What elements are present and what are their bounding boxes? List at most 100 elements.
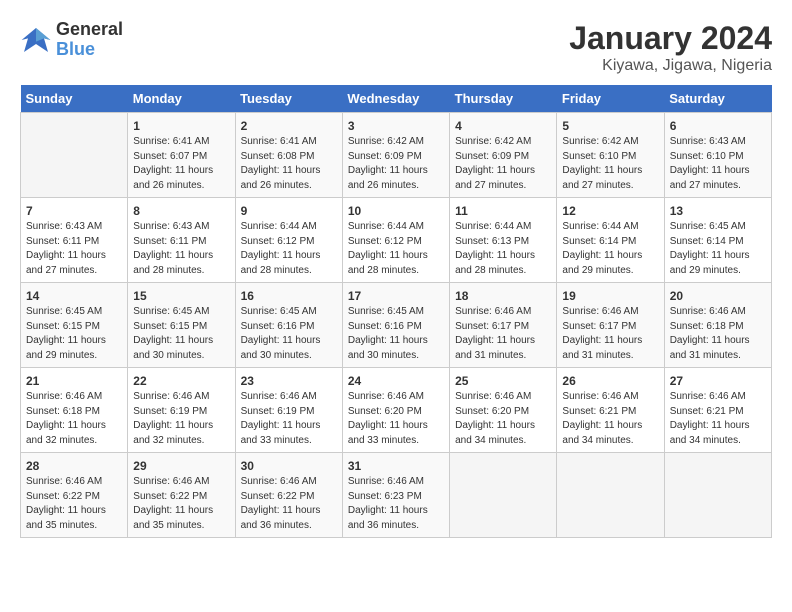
- day-number: 9: [241, 202, 337, 220]
- day-number: 13: [670, 202, 766, 220]
- day-number: 17: [348, 287, 444, 305]
- day-number: 26: [562, 372, 658, 390]
- day-info: Sunrise: 6:42 AMSunset: 6:10 PMDaylight:…: [562, 135, 658, 193]
- day-info: Sunrise: 6:45 AMSunset: 6:15 PMDaylight:…: [26, 305, 122, 363]
- day-number: 3: [348, 117, 444, 135]
- calendar-cell: [21, 113, 128, 198]
- day-info: Sunrise: 6:46 AMSunset: 6:21 PMDaylight:…: [562, 390, 658, 448]
- day-number: 31: [348, 457, 444, 475]
- day-number: 21: [26, 372, 122, 390]
- day-info: Sunrise: 6:41 AMSunset: 6:08 PMDaylight:…: [241, 135, 337, 193]
- calendar-cell: 11Sunrise: 6:44 AMSunset: 6:13 PMDayligh…: [450, 198, 557, 283]
- day-number: 20: [670, 287, 766, 305]
- day-number: 19: [562, 287, 658, 305]
- day-number: 2: [241, 117, 337, 135]
- calendar-cell: [664, 453, 771, 538]
- day-info: Sunrise: 6:46 AMSunset: 6:19 PMDaylight:…: [241, 390, 337, 448]
- day-number: 12: [562, 202, 658, 220]
- day-number: 28: [26, 457, 122, 475]
- calendar-cell: 15Sunrise: 6:45 AMSunset: 6:15 PMDayligh…: [128, 283, 235, 368]
- day-number: 23: [241, 372, 337, 390]
- calendar-cell: 18Sunrise: 6:46 AMSunset: 6:17 PMDayligh…: [450, 283, 557, 368]
- header-sunday: Sunday: [21, 85, 128, 113]
- logo: General Blue: [20, 20, 123, 60]
- header-thursday: Thursday: [450, 85, 557, 113]
- header-saturday: Saturday: [664, 85, 771, 113]
- day-number: 30: [241, 457, 337, 475]
- calendar-cell: 19Sunrise: 6:46 AMSunset: 6:17 PMDayligh…: [557, 283, 664, 368]
- calendar-cell: 3Sunrise: 6:42 AMSunset: 6:09 PMDaylight…: [342, 113, 449, 198]
- calendar-cell: 16Sunrise: 6:45 AMSunset: 6:16 PMDayligh…: [235, 283, 342, 368]
- page-subtitle: Kiyawa, Jigawa, Nigeria: [569, 57, 772, 75]
- calendar-cell: 22Sunrise: 6:46 AMSunset: 6:19 PMDayligh…: [128, 368, 235, 453]
- calendar-cell: [450, 453, 557, 538]
- logo-text: General Blue: [56, 20, 123, 60]
- day-number: 27: [670, 372, 766, 390]
- calendar-cell: 27Sunrise: 6:46 AMSunset: 6:21 PMDayligh…: [664, 368, 771, 453]
- day-number: 29: [133, 457, 229, 475]
- calendar-cell: 8Sunrise: 6:43 AMSunset: 6:11 PMDaylight…: [128, 198, 235, 283]
- day-info: Sunrise: 6:45 AMSunset: 6:16 PMDaylight:…: [241, 305, 337, 363]
- calendar-cell: 12Sunrise: 6:44 AMSunset: 6:14 PMDayligh…: [557, 198, 664, 283]
- calendar-cell: 17Sunrise: 6:45 AMSunset: 6:16 PMDayligh…: [342, 283, 449, 368]
- day-number: 6: [670, 117, 766, 135]
- day-info: Sunrise: 6:45 AMSunset: 6:15 PMDaylight:…: [133, 305, 229, 363]
- calendar-header-row: SundayMondayTuesdayWednesdayThursdayFrid…: [21, 85, 772, 113]
- calendar-table: SundayMondayTuesdayWednesdayThursdayFrid…: [20, 85, 772, 538]
- calendar-week-row: 28Sunrise: 6:46 AMSunset: 6:22 PMDayligh…: [21, 453, 772, 538]
- day-info: Sunrise: 6:46 AMSunset: 6:19 PMDaylight:…: [133, 390, 229, 448]
- calendar-cell: 5Sunrise: 6:42 AMSunset: 6:10 PMDaylight…: [557, 113, 664, 198]
- calendar-cell: 4Sunrise: 6:42 AMSunset: 6:09 PMDaylight…: [450, 113, 557, 198]
- calendar-cell: 26Sunrise: 6:46 AMSunset: 6:21 PMDayligh…: [557, 368, 664, 453]
- day-info: Sunrise: 6:44 AMSunset: 6:12 PMDaylight:…: [241, 220, 337, 278]
- day-number: 22: [133, 372, 229, 390]
- day-number: 7: [26, 202, 122, 220]
- day-info: Sunrise: 6:44 AMSunset: 6:14 PMDaylight:…: [562, 220, 658, 278]
- calendar-cell: 21Sunrise: 6:46 AMSunset: 6:18 PMDayligh…: [21, 368, 128, 453]
- calendar-cell: 6Sunrise: 6:43 AMSunset: 6:10 PMDaylight…: [664, 113, 771, 198]
- day-number: 18: [455, 287, 551, 305]
- day-number: 5: [562, 117, 658, 135]
- day-info: Sunrise: 6:45 AMSunset: 6:14 PMDaylight:…: [670, 220, 766, 278]
- logo-icon: [20, 24, 52, 56]
- calendar-cell: 30Sunrise: 6:46 AMSunset: 6:22 PMDayligh…: [235, 453, 342, 538]
- header-wednesday: Wednesday: [342, 85, 449, 113]
- calendar-cell: 25Sunrise: 6:46 AMSunset: 6:20 PMDayligh…: [450, 368, 557, 453]
- day-info: Sunrise: 6:46 AMSunset: 6:22 PMDaylight:…: [241, 475, 337, 533]
- title-block: January 2024 Kiyawa, Jigawa, Nigeria: [569, 20, 772, 75]
- header-monday: Monday: [128, 85, 235, 113]
- day-info: Sunrise: 6:44 AMSunset: 6:13 PMDaylight:…: [455, 220, 551, 278]
- day-number: 24: [348, 372, 444, 390]
- day-number: 15: [133, 287, 229, 305]
- day-info: Sunrise: 6:46 AMSunset: 6:23 PMDaylight:…: [348, 475, 444, 533]
- header-friday: Friday: [557, 85, 664, 113]
- day-info: Sunrise: 6:46 AMSunset: 6:20 PMDaylight:…: [348, 390, 444, 448]
- page-title: January 2024: [569, 20, 772, 57]
- calendar-cell: 9Sunrise: 6:44 AMSunset: 6:12 PMDaylight…: [235, 198, 342, 283]
- day-info: Sunrise: 6:46 AMSunset: 6:17 PMDaylight:…: [455, 305, 551, 363]
- calendar-cell: 1Sunrise: 6:41 AMSunset: 6:07 PMDaylight…: [128, 113, 235, 198]
- calendar-cell: 28Sunrise: 6:46 AMSunset: 6:22 PMDayligh…: [21, 453, 128, 538]
- day-info: Sunrise: 6:44 AMSunset: 6:12 PMDaylight:…: [348, 220, 444, 278]
- calendar-cell: 29Sunrise: 6:46 AMSunset: 6:22 PMDayligh…: [128, 453, 235, 538]
- calendar-week-row: 21Sunrise: 6:46 AMSunset: 6:18 PMDayligh…: [21, 368, 772, 453]
- day-info: Sunrise: 6:42 AMSunset: 6:09 PMDaylight:…: [455, 135, 551, 193]
- day-number: 4: [455, 117, 551, 135]
- day-info: Sunrise: 6:45 AMSunset: 6:16 PMDaylight:…: [348, 305, 444, 363]
- day-number: 11: [455, 202, 551, 220]
- day-info: Sunrise: 6:41 AMSunset: 6:07 PMDaylight:…: [133, 135, 229, 193]
- day-info: Sunrise: 6:46 AMSunset: 6:21 PMDaylight:…: [670, 390, 766, 448]
- calendar-cell: 13Sunrise: 6:45 AMSunset: 6:14 PMDayligh…: [664, 198, 771, 283]
- calendar-cell: 23Sunrise: 6:46 AMSunset: 6:19 PMDayligh…: [235, 368, 342, 453]
- day-info: Sunrise: 6:43 AMSunset: 6:11 PMDaylight:…: [133, 220, 229, 278]
- day-info: Sunrise: 6:46 AMSunset: 6:18 PMDaylight:…: [670, 305, 766, 363]
- day-info: Sunrise: 6:46 AMSunset: 6:17 PMDaylight:…: [562, 305, 658, 363]
- calendar-cell: 14Sunrise: 6:45 AMSunset: 6:15 PMDayligh…: [21, 283, 128, 368]
- day-info: Sunrise: 6:46 AMSunset: 6:18 PMDaylight:…: [26, 390, 122, 448]
- day-number: 10: [348, 202, 444, 220]
- day-number: 1: [133, 117, 229, 135]
- day-info: Sunrise: 6:46 AMSunset: 6:22 PMDaylight:…: [26, 475, 122, 533]
- calendar-cell: 31Sunrise: 6:46 AMSunset: 6:23 PMDayligh…: [342, 453, 449, 538]
- day-number: 16: [241, 287, 337, 305]
- calendar-week-row: 7 Sunrise: 6:43 AMSunset: 6:11 PMDaylight…: [21, 198, 772, 283]
